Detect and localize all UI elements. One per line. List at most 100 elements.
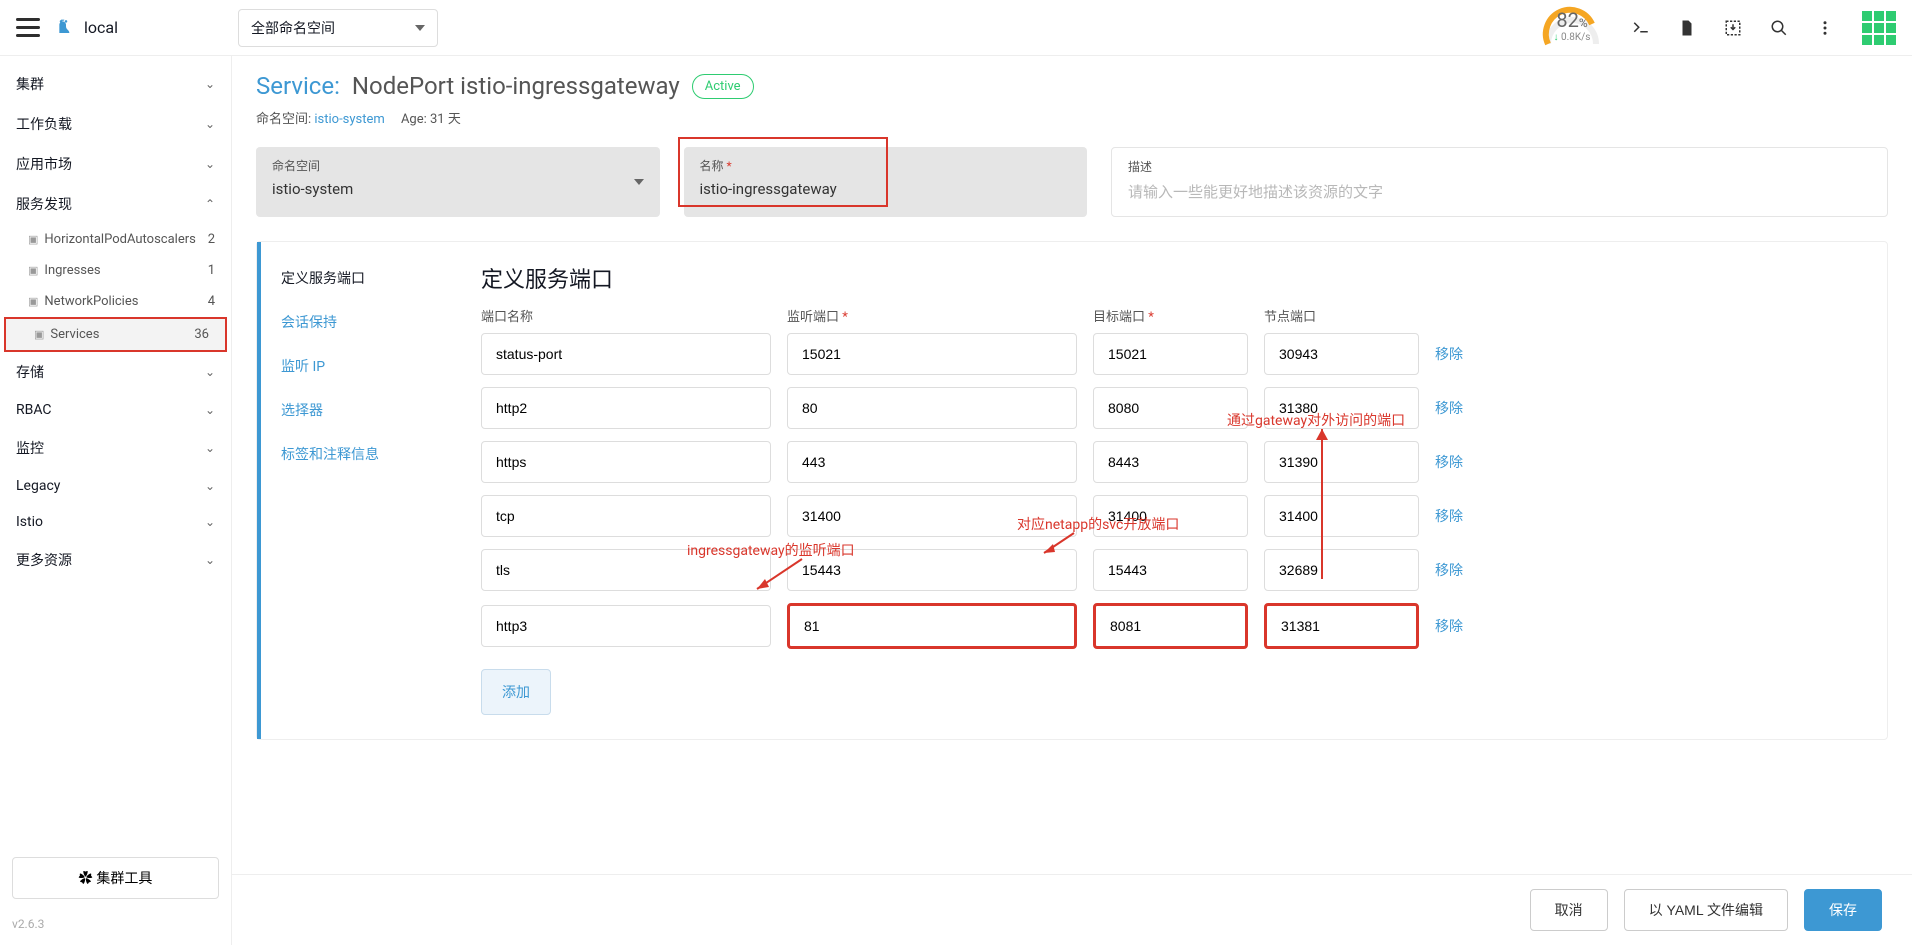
main-content: Service: NodePort istio-ingressgateway A… — [232, 56, 1912, 945]
remove-link[interactable]: 移除 — [1435, 560, 1463, 580]
sidebar-item-monitoring[interactable]: 监控⌄ — [0, 428, 231, 468]
port-name-input[interactable] — [481, 387, 771, 429]
status-badge: Active — [692, 74, 754, 99]
namespace-select[interactable]: 全部命名空间 — [238, 9, 438, 47]
save-button[interactable]: 保存 — [1804, 889, 1882, 931]
terminal-icon[interactable] — [1632, 19, 1650, 37]
port-row: 移除 — [481, 441, 1863, 483]
tab-selector[interactable]: 选择器 — [261, 388, 457, 432]
namespace-link[interactable]: istio-system — [314, 112, 384, 127]
cluster-tools-button[interactable]: ✿ 集群工具 — [12, 857, 219, 899]
port-listen-input[interactable] — [787, 603, 1077, 649]
cluster-name[interactable]: local — [84, 18, 118, 37]
sidebar-sub-networkpolicies[interactable]: ▣NetworkPolicies4 — [0, 286, 231, 317]
file-icon[interactable] — [1678, 19, 1696, 37]
port-row: 移除 — [481, 387, 1863, 429]
sidebar-item-workload[interactable]: 工作负载⌄ — [0, 104, 231, 144]
rancher-logo-icon — [56, 18, 76, 38]
sidebar-item-istio[interactable]: Istio⌄ — [0, 504, 231, 540]
remove-link[interactable]: 移除 — [1435, 344, 1463, 364]
sidebar-item-cluster[interactable]: 集群⌄ — [0, 64, 231, 104]
folder-icon: ▣ — [28, 295, 38, 308]
sub-info: 命名空间: istio-system Age: 31 天 — [256, 108, 1888, 127]
ports-header: 端口名称 监听端口 * 目标端口 * 节点端口 — [481, 306, 1863, 325]
tab-listen-ip[interactable]: 监听 IP — [261, 344, 457, 388]
chevron-down-icon: ⌄ — [205, 479, 215, 493]
port-node-input[interactable] — [1264, 603, 1419, 649]
port-name-input[interactable] — [481, 605, 771, 647]
remove-link[interactable]: 移除 — [1435, 616, 1463, 636]
folder-icon: ▣ — [34, 328, 44, 341]
service-name: NodePort istio-ingressgateway — [352, 72, 680, 100]
more-icon[interactable] — [1816, 19, 1834, 37]
cancel-button[interactable]: 取消 — [1530, 889, 1608, 931]
port-target-input[interactable] — [1093, 495, 1248, 537]
sidebar-item-rbac[interactable]: RBAC⌄ — [0, 392, 231, 428]
description-field[interactable]: 描述 请输入一些能更好地描述该资源的文字 — [1111, 147, 1888, 217]
add-port-button[interactable]: 添加 — [481, 669, 551, 715]
port-node-input[interactable] — [1264, 495, 1419, 537]
tab-labels[interactable]: 标签和注释信息 — [261, 432, 457, 476]
port-listen-input[interactable] — [787, 333, 1077, 375]
sidebar-sub-services[interactable]: ▣Services36 — [6, 319, 225, 350]
port-row: 移除 — [481, 333, 1863, 375]
port-name-input[interactable] — [481, 333, 771, 375]
port-node-input[interactable] — [1264, 549, 1419, 591]
name-field: 名称 * istio-ingressgateway — [684, 147, 1088, 217]
port-name-input[interactable] — [481, 549, 771, 591]
edit-yaml-button[interactable]: 以 YAML 文件编辑 — [1624, 889, 1788, 931]
tab-ports[interactable]: 定义服务端口 — [261, 256, 457, 300]
sidebar-item-more[interactable]: 更多资源⌄ — [0, 540, 231, 580]
port-row: 移除 — [481, 549, 1863, 591]
port-listen-input[interactable] — [787, 387, 1077, 429]
apps-grid-icon[interactable] — [1862, 11, 1896, 45]
topbar: local 全部命名空间 82% ↓ 0.8K/s — [0, 0, 1912, 56]
remove-link[interactable]: 移除 — [1435, 452, 1463, 472]
sidebar-sub-hpa[interactable]: ▣HorizontalPodAutoscalers2 — [0, 224, 231, 255]
chevron-down-icon: ⌄ — [205, 157, 215, 171]
cpu-gauge: 82% ↓ 0.8K/s — [1540, 4, 1604, 52]
ports-panel: 定义服务端口 端口名称 监听端口 * 目标端口 * 节点端口 移除 — [457, 242, 1887, 739]
chevron-down-icon: ⌄ — [205, 441, 215, 455]
service-label: Service: — [256, 72, 340, 100]
port-name-input[interactable] — [481, 495, 771, 537]
port-row: 移除 — [481, 495, 1863, 537]
port-row: 移除 — [481, 603, 1863, 649]
import-icon[interactable] — [1724, 19, 1742, 37]
chevron-up-icon: ⌃ — [205, 197, 215, 211]
version-label: v2.6.3 — [0, 911, 231, 937]
chevron-down-icon: ⌄ — [205, 365, 215, 379]
port-target-input[interactable] — [1093, 387, 1248, 429]
chevron-down-icon: ⌄ — [205, 77, 215, 91]
port-listen-input[interactable] — [787, 495, 1077, 537]
footer-bar: 取消 以 YAML 文件编辑 保存 — [232, 874, 1912, 945]
chevron-down-icon: ⌄ — [205, 403, 215, 417]
port-target-input[interactable] — [1093, 333, 1248, 375]
port-target-input[interactable] — [1093, 549, 1248, 591]
namespace-field[interactable]: 命名空间 istio-system — [256, 147, 660, 217]
panel-title: 定义服务端口 — [481, 262, 1863, 294]
port-listen-input[interactable] — [787, 549, 1077, 591]
chevron-down-icon: ⌄ — [205, 117, 215, 131]
sidebar-item-storage[interactable]: 存储⌄ — [0, 352, 231, 392]
sidebar-item-apps[interactable]: 应用市场⌄ — [0, 144, 231, 184]
remove-link[interactable]: 移除 — [1435, 398, 1463, 418]
port-node-input[interactable] — [1264, 441, 1419, 483]
port-name-input[interactable] — [481, 441, 771, 483]
port-node-input[interactable] — [1264, 387, 1419, 429]
sidebar-sub-ingresses[interactable]: ▣Ingresses1 — [0, 255, 231, 286]
sidebar-item-service-discovery[interactable]: 服务发现⌃ — [0, 184, 231, 224]
folder-icon: ▣ — [28, 233, 38, 246]
folder-icon: ▣ — [28, 264, 38, 277]
port-target-input[interactable] — [1093, 603, 1248, 649]
sidebar: 集群⌄ 工作负载⌄ 应用市场⌄ 服务发现⌃ ▣HorizontalPodAuto… — [0, 56, 232, 945]
tab-session[interactable]: 会话保持 — [261, 300, 457, 344]
sidebar-item-legacy[interactable]: Legacy⌄ — [0, 468, 231, 504]
remove-link[interactable]: 移除 — [1435, 506, 1463, 526]
menu-icon[interactable] — [16, 16, 40, 40]
port-target-input[interactable] — [1093, 441, 1248, 483]
port-listen-input[interactable] — [787, 441, 1077, 483]
search-icon[interactable] — [1770, 19, 1788, 37]
port-node-input[interactable] — [1264, 333, 1419, 375]
chevron-down-icon: ⌄ — [205, 553, 215, 567]
